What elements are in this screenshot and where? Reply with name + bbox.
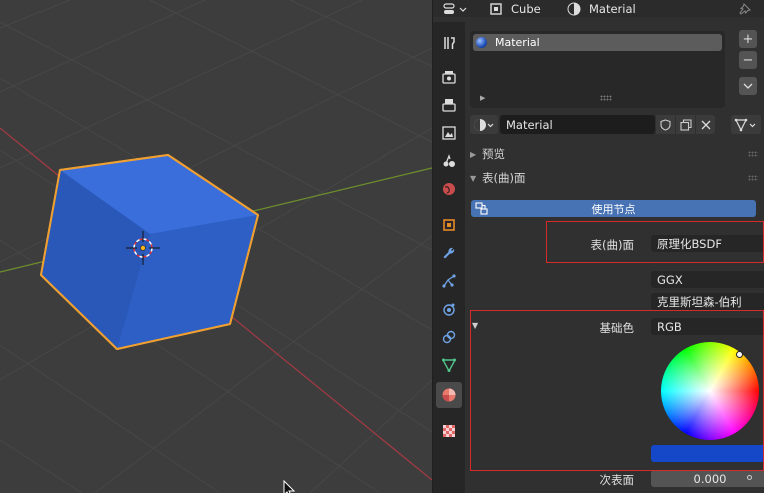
material-name: Material <box>589 1 636 16</box>
tab-tool[interactable] <box>436 30 462 56</box>
remove-material-slot-button[interactable]: − <box>739 51 757 69</box>
constraints-icon <box>442 330 456 344</box>
base-color-mode-value: RGB <box>657 319 682 334</box>
mesh-data-icon <box>442 358 456 372</box>
tool-icon <box>444 37 455 49</box>
browse-material-button[interactable] <box>470 115 498 134</box>
properties-editor-icon <box>443 2 467 14</box>
surface-shader-field[interactable]: 原理化BSDF <box>651 235 764 252</box>
close-icon <box>701 120 710 129</box>
tab-view-layer[interactable] <box>436 120 462 146</box>
tab-material[interactable] <box>436 382 462 408</box>
output-icon <box>442 99 456 112</box>
properties-header: Cube Material <box>433 0 764 17</box>
base-color-swatch[interactable] <box>651 445 764 462</box>
tab-scene[interactable] <box>436 148 462 174</box>
tab-particles[interactable] <box>436 268 462 294</box>
distribution-value: GGX <box>657 272 683 287</box>
unlink-material-button[interactable] <box>696 115 715 134</box>
physics-icon <box>443 303 455 316</box>
object-icon <box>490 2 502 15</box>
material-slot-label: Material <box>495 36 540 49</box>
fake-user-button[interactable] <box>656 115 675 134</box>
subsurface-method-value: 克里斯坦森-伯利 <box>657 294 742 309</box>
cube-object <box>40 154 259 350</box>
object-breadcrumb[interactable]: Cube <box>489 0 541 17</box>
world-icon <box>443 183 455 195</box>
base-color-label: 基础色 <box>599 321 635 335</box>
checker-texture-icon <box>443 425 455 437</box>
color-wheel[interactable] <box>661 342 759 440</box>
tab-world[interactable] <box>436 176 462 202</box>
scene-icon <box>443 154 455 167</box>
minus-icon: − <box>742 52 754 68</box>
pin-icon <box>739 2 751 15</box>
tab-modifiers[interactable] <box>436 240 462 266</box>
render-icon <box>442 71 456 84</box>
expand-triangle-icon[interactable]: ▶ <box>480 94 485 102</box>
material-name-text: Material <box>506 117 553 132</box>
object-name: Cube <box>511 1 541 16</box>
properties-tab-strip <box>433 22 465 493</box>
use-nodes-label: 使用节点 <box>591 202 636 216</box>
pin-button[interactable] <box>739 0 751 17</box>
material-slot-list[interactable]: Material ▶ <box>470 31 725 108</box>
material-selector-row: Material <box>470 115 761 134</box>
material-properties: Material ▶ + − Material ▶ 预览 ▼ 表(曲)面 使用节… <box>465 22 764 493</box>
wrench-icon <box>443 247 455 259</box>
node-tree-icon <box>475 202 488 215</box>
material-browse-icon <box>474 118 494 131</box>
tab-object[interactable] <box>436 212 462 238</box>
mouse-pointer-icon <box>283 479 296 493</box>
view-layer-icon <box>442 126 456 140</box>
surface-shader-value: 原理化BSDF <box>657 236 722 251</box>
material-name-field[interactable]: Material <box>500 115 655 134</box>
material-tab-icon <box>442 388 456 402</box>
tab-constraints[interactable] <box>436 324 462 350</box>
plus-icon: + <box>742 31 754 47</box>
material-icon <box>567 2 581 15</box>
tab-texture[interactable] <box>436 418 462 444</box>
editor-type-menu[interactable] <box>443 0 469 17</box>
subsurface-label: 次表面 <box>599 473 635 487</box>
3d-viewport[interactable] <box>0 0 432 493</box>
object-properties-icon <box>443 219 455 231</box>
surface-panel-header[interactable]: ▼ 表(曲)面 <box>470 168 760 188</box>
use-nodes-button[interactable]: 使用节点 <box>471 200 756 217</box>
material-slot-item[interactable]: Material <box>473 34 722 51</box>
base-color-mode-field[interactable]: RGB <box>651 318 764 335</box>
surface-panel-title: 表(曲)面 <box>482 171 526 185</box>
surface-shader-label: 表(曲)面 <box>590 238 634 252</box>
material-breadcrumb[interactable]: Material <box>567 0 636 17</box>
tab-object-data[interactable] <box>436 352 462 378</box>
material-sphere-icon <box>476 37 487 48</box>
subsurface-value: 0.000 <box>693 471 727 486</box>
tab-output[interactable] <box>436 92 462 118</box>
duplicate-material-button[interactable] <box>676 115 695 134</box>
link-mode-dropdown[interactable] <box>731 115 761 134</box>
slot-specials-button[interactable] <box>739 77 757 95</box>
expanded-triangle-icon[interactable]: ▼ <box>472 321 478 330</box>
shield-icon <box>660 118 671 131</box>
particles-icon <box>442 274 456 288</box>
drag-grip-icon[interactable] <box>748 151 758 157</box>
collapsed-triangle-icon: ▶ <box>470 149 477 159</box>
tab-physics[interactable] <box>436 296 462 322</box>
mesh-link-icon <box>734 118 756 131</box>
preview-panel-header[interactable]: ▶ 预览 <box>470 144 760 164</box>
subsurface-method-dropdown[interactable]: 克里斯坦森-伯利 ⌄ <box>651 293 764 310</box>
duplicate-icon <box>679 118 692 131</box>
expanded-triangle-icon: ▼ <box>470 173 477 183</box>
resize-grip-icon[interactable] <box>600 95 612 101</box>
tab-render[interactable] <box>436 64 462 90</box>
color-picker-handle[interactable] <box>736 351 743 358</box>
socket-dot-icon <box>747 475 752 480</box>
drag-grip-icon[interactable] <box>748 175 758 181</box>
distribution-dropdown[interactable]: GGX ⌄ <box>651 271 764 288</box>
add-material-slot-button[interactable]: + <box>739 30 757 48</box>
properties-editor: Cube Material Material ▶ + − Material ▶ … <box>432 0 764 493</box>
chevron-down-icon <box>743 83 753 89</box>
preview-panel-title: 预览 <box>482 147 505 161</box>
